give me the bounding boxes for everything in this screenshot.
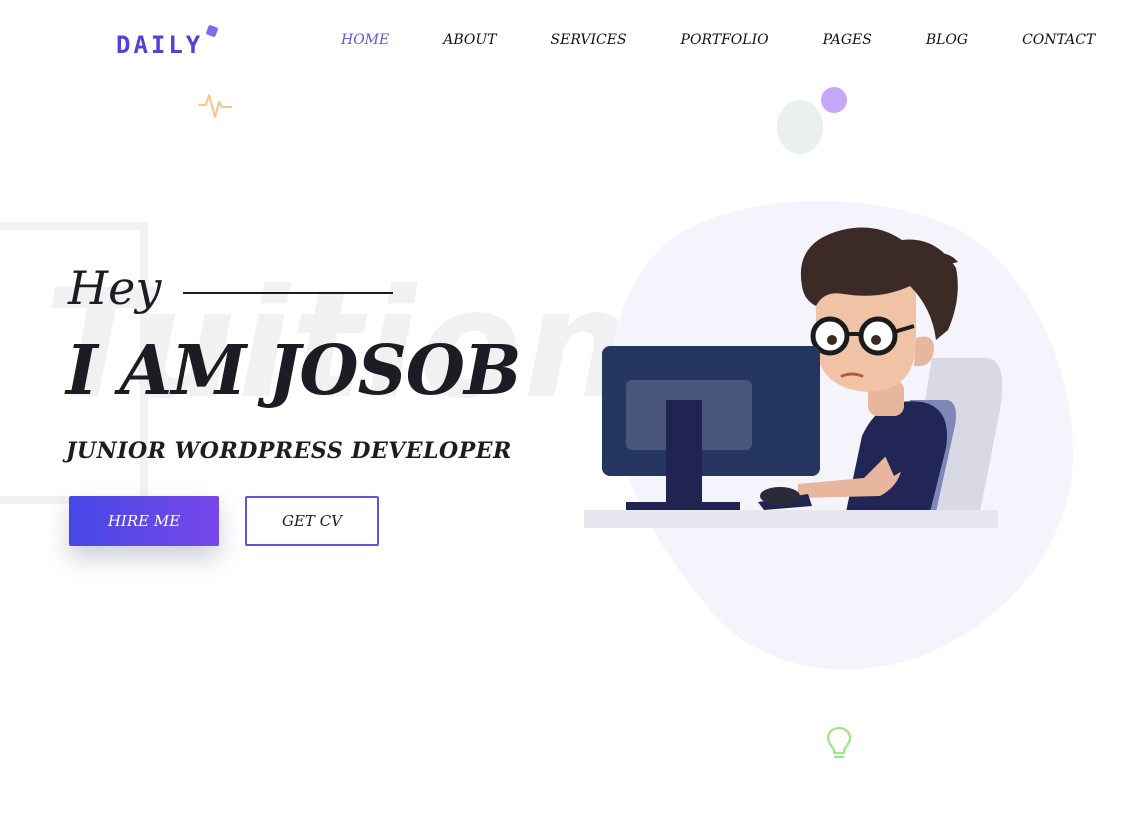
eye-right: [871, 335, 881, 345]
nav-contact-link[interactable]: CONTACT: [1022, 29, 1095, 51]
greeting-row: Hey: [68, 258, 394, 318]
nav-blog-link[interactable]: BLOG: [926, 29, 968, 51]
person-hand: [760, 487, 800, 505]
developer-illustration: [584, 201, 1074, 670]
nav-pages-link[interactable]: PAGES: [823, 29, 872, 51]
logo-dot-decoration: [205, 24, 219, 38]
monitor-stand: [666, 400, 702, 506]
greeting-text: Hey: [68, 261, 162, 315]
lightbulb-icon: [826, 726, 852, 759]
logo-text: DAILY: [116, 31, 204, 59]
heartbeat-icon: [198, 94, 232, 118]
eye-left: [827, 335, 837, 345]
monitor-base: [626, 502, 740, 510]
nav-home-link[interactable]: HOME: [341, 29, 389, 51]
site-logo[interactable]: DAILY: [116, 24, 219, 60]
hire-me-button[interactable]: HIRE ME: [69, 496, 219, 546]
hero-subtitle: JUNIOR WORDPRESS DEVELOPER: [66, 438, 512, 464]
hero-title: I AM JOSOB: [66, 331, 521, 411]
desk: [584, 510, 998, 528]
nav-services-link[interactable]: SERVICES: [551, 29, 627, 51]
get-cv-button[interactable]: GET CV: [245, 496, 379, 546]
main-nav: HOME ABOUT SERVICES PORTFOLIO PAGES BLOG…: [341, 29, 1095, 51]
greeting-divider: [183, 292, 394, 294]
nav-portfolio-link[interactable]: PORTFOLIO: [681, 29, 769, 51]
nav-about-link[interactable]: ABOUT: [443, 29, 496, 51]
decorative-circles: [777, 87, 847, 154]
